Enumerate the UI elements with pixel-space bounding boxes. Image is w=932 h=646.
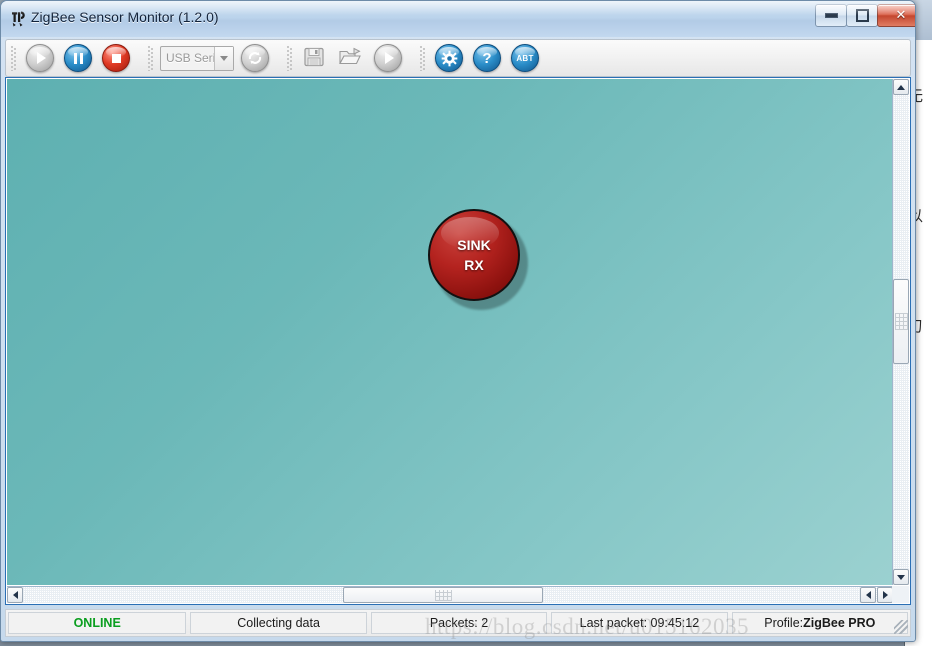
status-last-packet: Last packet: 09:45:12 bbox=[551, 612, 728, 634]
about-button[interactable]: ABT bbox=[511, 44, 539, 72]
scroll-grip bbox=[894, 313, 908, 330]
play-icon bbox=[27, 45, 53, 71]
scroll-right-button[interactable] bbox=[877, 587, 893, 603]
chevron-down-icon bbox=[897, 574, 905, 580]
chevron-right-icon bbox=[882, 591, 888, 599]
ti-logo-icon bbox=[12, 11, 25, 27]
maximize-icon bbox=[847, 5, 877, 26]
chevron-left-icon bbox=[12, 591, 18, 599]
scroll-left-button-2[interactable] bbox=[860, 587, 876, 603]
toolbar-separator bbox=[286, 45, 293, 71]
status-last-packet-text: Last packet: 09:45:12 bbox=[579, 616, 700, 630]
window-title: ZigBee Sensor Monitor (1.2.0) bbox=[31, 9, 219, 25]
scroll-grip bbox=[434, 589, 452, 601]
node-label-line2: RX bbox=[464, 257, 484, 273]
node-label: SINK RX bbox=[428, 209, 520, 301]
network-canvas[interactable]: SINK RX bbox=[7, 79, 893, 585]
gear-icon bbox=[436, 45, 462, 71]
chevron-up-icon bbox=[897, 84, 905, 90]
maximize-button[interactable] bbox=[846, 4, 878, 27]
status-packets: Packets: 2 bbox=[370, 612, 548, 634]
scrollbar-corner bbox=[892, 586, 909, 603]
node-label-line1: SINK bbox=[457, 237, 491, 253]
play-icon bbox=[375, 45, 401, 71]
start-button[interactable] bbox=[26, 44, 54, 72]
pause-button[interactable] bbox=[64, 44, 92, 72]
stop-icon bbox=[103, 45, 129, 71]
pause-icon bbox=[65, 45, 91, 71]
status-profile-prefix: Profile: bbox=[764, 616, 804, 630]
question-mark-icon: ? bbox=[482, 49, 492, 67]
abt-icon: ABT bbox=[516, 53, 534, 63]
toolbar-separator bbox=[419, 45, 426, 71]
status-activity-text: Collecting data bbox=[237, 616, 320, 630]
refresh-ports-button[interactable] bbox=[241, 44, 269, 72]
status-activity: Collecting data bbox=[190, 612, 367, 634]
status-connection: ONLINE bbox=[8, 612, 187, 634]
minimize-icon bbox=[816, 5, 846, 26]
scroll-up-button[interactable] bbox=[893, 79, 909, 95]
save-button[interactable] bbox=[302, 45, 328, 71]
refresh-icon bbox=[242, 45, 268, 71]
stop-button[interactable] bbox=[102, 44, 130, 72]
chevron-left-icon bbox=[865, 591, 871, 599]
horizontal-scrollbar[interactable] bbox=[7, 586, 893, 603]
scroll-down-button[interactable] bbox=[893, 569, 909, 585]
toolbar: USB Seri ? ABT bbox=[5, 39, 911, 77]
floppy-disk-icon bbox=[304, 47, 324, 67]
toolbar-separator bbox=[147, 45, 154, 71]
replay-button[interactable] bbox=[374, 44, 402, 72]
help-button[interactable]: ? bbox=[473, 44, 501, 72]
scroll-left-button[interactable] bbox=[7, 587, 23, 603]
close-icon: ✕ bbox=[895, 8, 907, 23]
node-sink[interactable]: SINK RX bbox=[428, 209, 528, 310]
client-area: SINK RX bbox=[5, 77, 911, 605]
statusbar: ONLINE Collecting data Packets: 2 Last p… bbox=[5, 609, 911, 637]
status-profile-value: ZigBee PRO bbox=[803, 616, 876, 630]
horizontal-scroll-thumb[interactable] bbox=[343, 587, 543, 603]
close-button[interactable]: ✕ bbox=[877, 4, 915, 27]
port-select[interactable]: USB Seri bbox=[160, 45, 234, 71]
port-select-value: USB Seri bbox=[166, 51, 214, 65]
status-packets-text: Packets: 2 bbox=[429, 616, 489, 630]
open-folder-icon bbox=[339, 47, 361, 65]
settings-button[interactable] bbox=[435, 44, 463, 72]
open-button[interactable] bbox=[338, 45, 364, 71]
vertical-scrollbar[interactable] bbox=[892, 79, 909, 585]
toolbar-separator bbox=[10, 45, 17, 71]
titlebar[interactable]: ZigBee Sensor Monitor (1.2.0) ✕ bbox=[1, 1, 915, 37]
vertical-scroll-thumb[interactable] bbox=[893, 279, 909, 364]
status-profile: Profile: ZigBee PRO bbox=[731, 612, 909, 634]
chevron-down-icon[interactable] bbox=[214, 46, 233, 70]
application-window: ZigBee Sensor Monitor (1.2.0) ✕ USB Seri bbox=[0, 0, 916, 642]
minimize-button[interactable] bbox=[815, 4, 847, 27]
status-connection-text: ONLINE bbox=[73, 616, 121, 630]
